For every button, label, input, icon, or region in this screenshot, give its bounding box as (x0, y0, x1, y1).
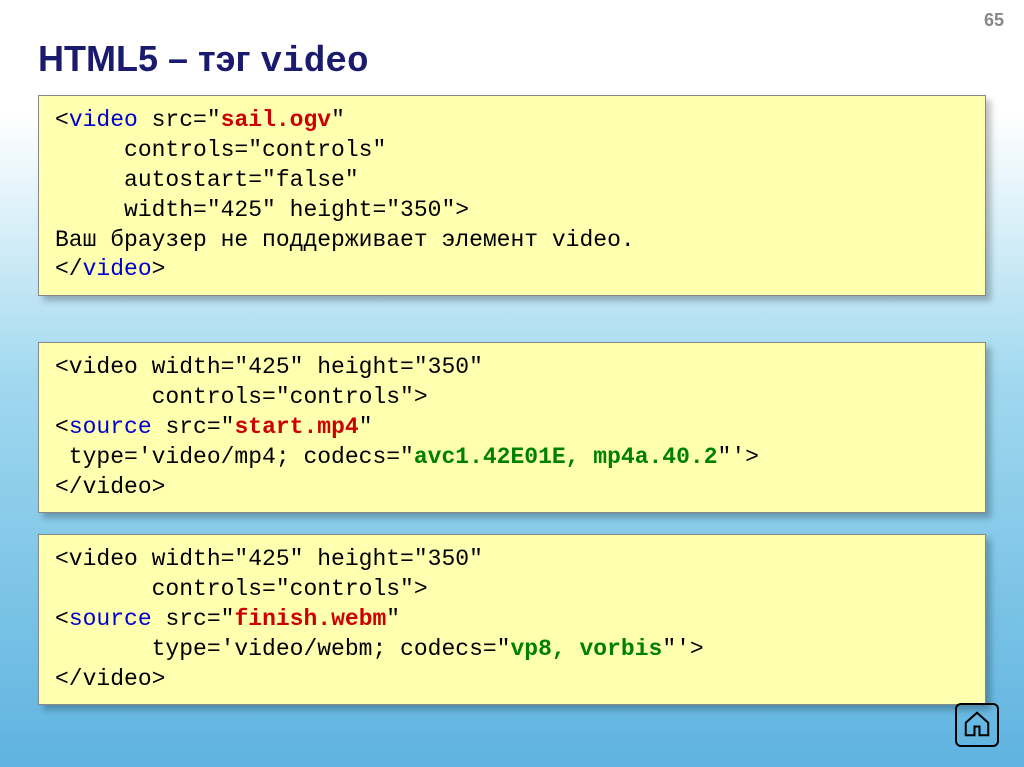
code-text: > (152, 256, 166, 282)
code-text: </video> (55, 474, 165, 500)
code-text: < (55, 606, 69, 632)
code-text: " (359, 414, 373, 440)
page-number: 65 (984, 10, 1004, 31)
code-text: controls="controls"> (55, 576, 428, 602)
title-text: HTML5 – тэг (38, 38, 261, 79)
code-value: finish.webm (234, 606, 386, 632)
title-tag: video (261, 41, 369, 82)
code-block-1: <video src="sail.ogv" controls="controls… (38, 95, 986, 296)
home-button[interactable] (955, 703, 999, 747)
code-codec: vp8, vorbis (510, 636, 662, 662)
home-icon (962, 709, 992, 739)
code-text: " (386, 606, 400, 632)
code-text: Ваш браузер не поддерживает элемент vide… (55, 227, 635, 253)
slide-title: HTML5 – тэг video (38, 38, 369, 82)
code-codec: avc1.42E01E, mp4a.40.2 (414, 444, 718, 470)
code-text: controls="controls" (55, 137, 386, 163)
code-value: sail.ogv (221, 107, 331, 133)
code-text: "'> (718, 444, 759, 470)
code-text: src=" (152, 606, 235, 632)
code-text: " (331, 107, 345, 133)
code-text: type='video/webm; codecs=" (55, 636, 510, 662)
code-text: autostart="false" (55, 167, 359, 193)
code-text: type='video/mp4; codecs=" (55, 444, 414, 470)
code-tag: source (69, 606, 152, 632)
code-text: controls="controls"> (55, 384, 428, 410)
code-value: start.mp4 (234, 414, 358, 440)
code-text: src=" (138, 107, 221, 133)
code-text: <video width="425" height="350" (55, 354, 497, 380)
code-block-3: <video width="425" height="350" controls… (38, 534, 986, 705)
code-tag: video (69, 107, 138, 133)
code-tag: source (69, 414, 152, 440)
code-text: </video> (55, 666, 165, 692)
code-tag: video (83, 256, 152, 282)
code-text: width="425" height="350"> (55, 197, 469, 223)
code-block-2: <video width="425" height="350" controls… (38, 342, 986, 513)
code-text: "'> (662, 636, 703, 662)
code-text: <video width="425" height="350" (55, 546, 497, 572)
code-text: </ (55, 256, 83, 282)
code-text: < (55, 107, 69, 133)
code-text: src=" (152, 414, 235, 440)
code-text: < (55, 414, 69, 440)
